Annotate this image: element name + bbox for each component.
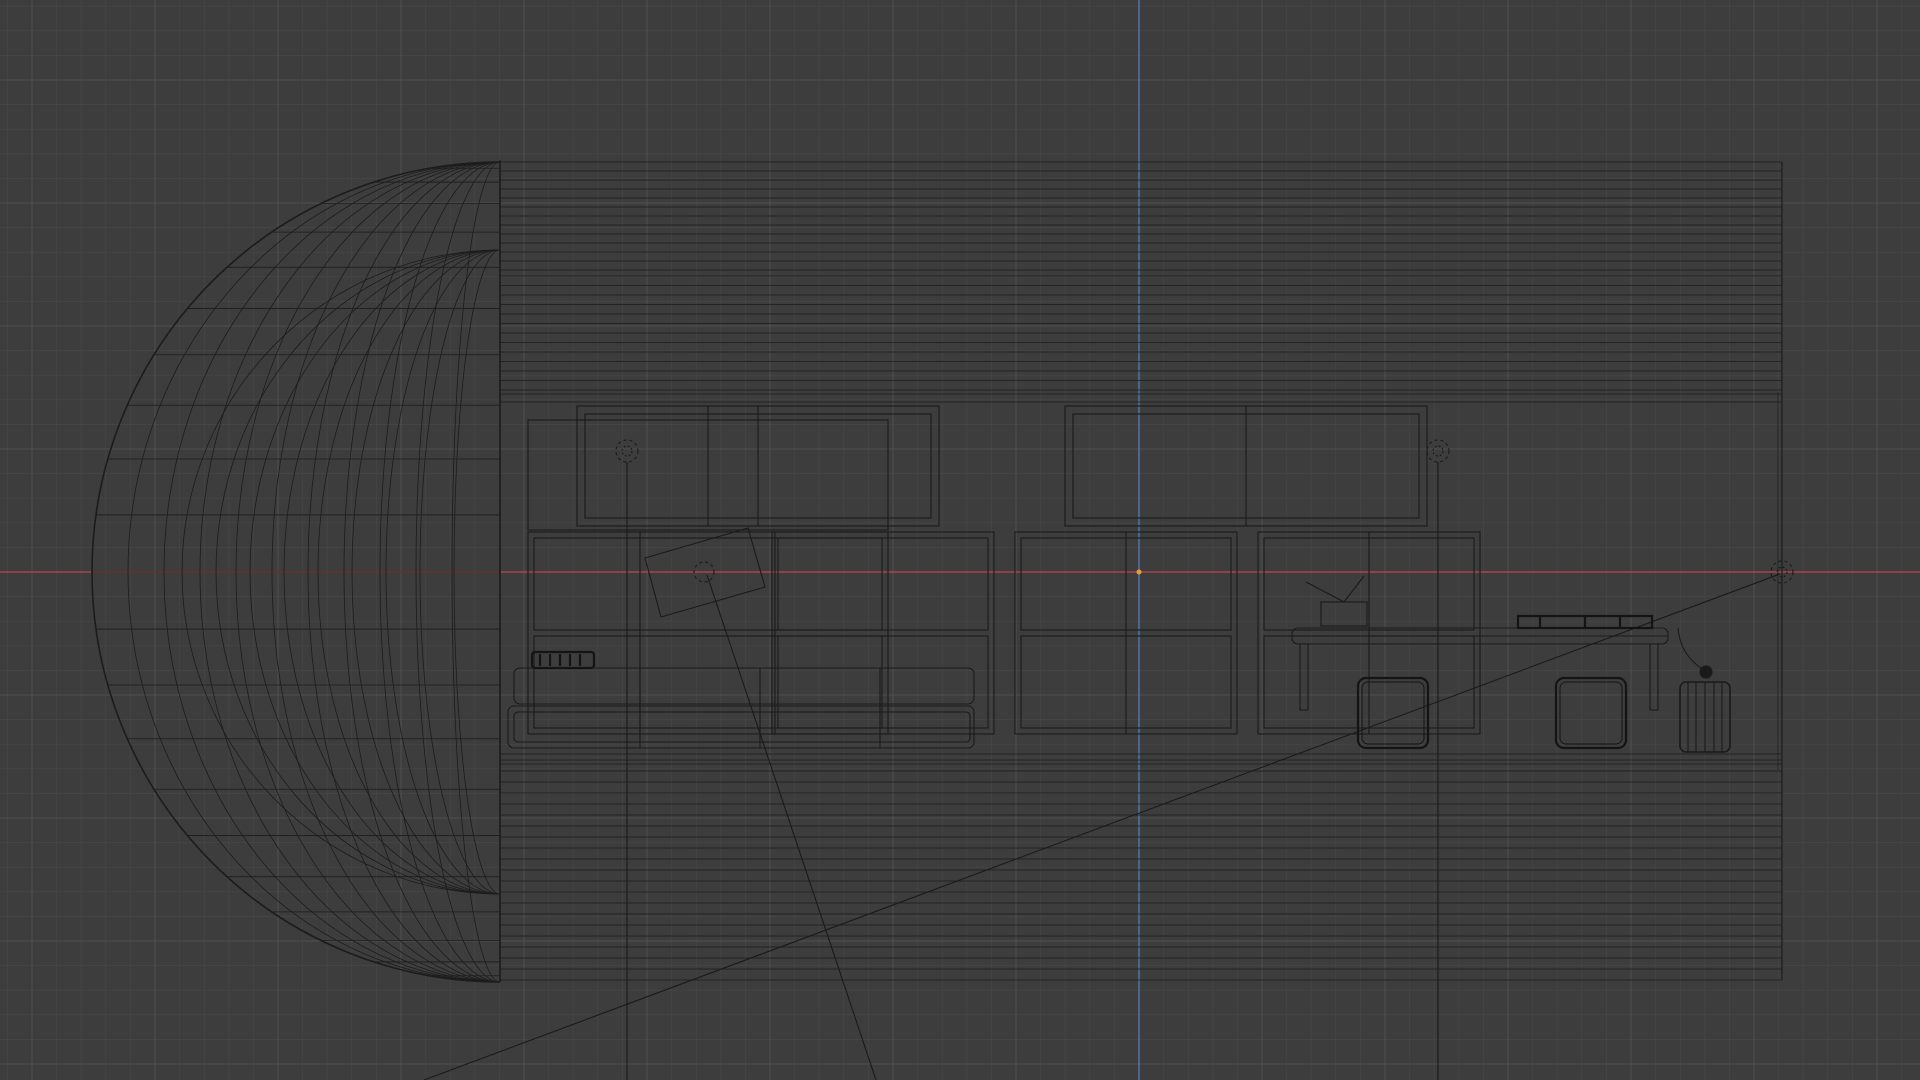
- 3d-viewport[interactable]: [0, 0, 1920, 1080]
- wireframe-scene[interactable]: [0, 0, 1920, 1080]
- object-origin-dot[interactable]: [1136, 569, 1142, 575]
